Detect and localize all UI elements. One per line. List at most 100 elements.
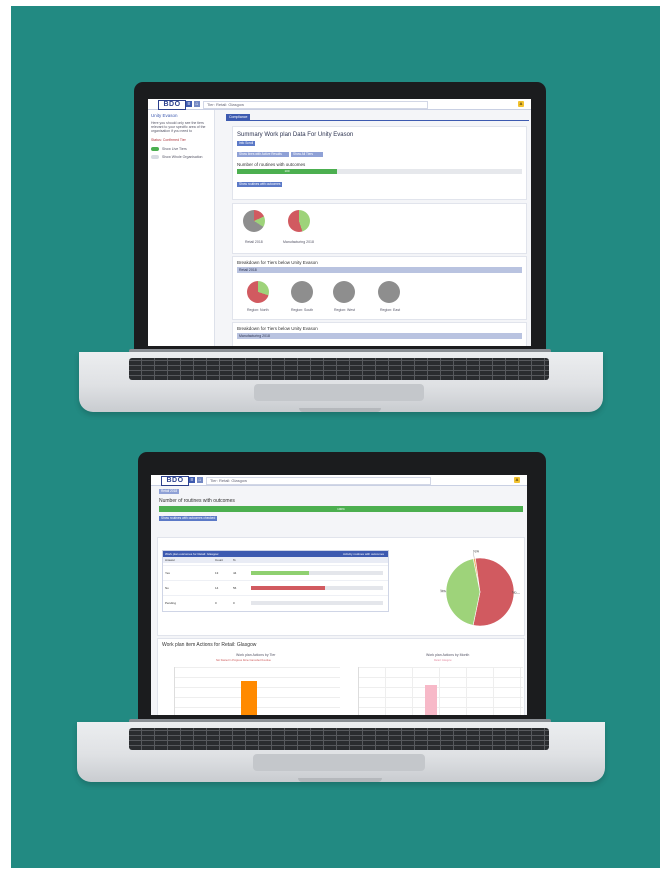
show-routines-button[interactable]: Show routines with outcomes checked bbox=[159, 516, 218, 521]
trackpad bbox=[253, 754, 425, 771]
app-screen-top: BDO ≡ ⌂ Tier: Retail: Glasgow A Unity Ev… bbox=[148, 99, 531, 346]
sidebar: Unity Evason Here you should only see th… bbox=[148, 110, 215, 346]
cell-progress-track bbox=[251, 571, 383, 575]
actions-title: Work plan item Actions for Retail: Glasg… bbox=[162, 642, 257, 648]
cell-pct: 56 bbox=[233, 586, 237, 590]
outcomes-table: Work plan outcomes for Retail: Glasgow A… bbox=[162, 550, 389, 612]
routines-label: Number of routines with outcomes bbox=[159, 498, 235, 504]
breakdown-title-1: Breakdown for Tiers below Unity Evason bbox=[237, 260, 318, 265]
filter-dropdown-1[interactable]: Show lines with Active Results bbox=[237, 152, 289, 157]
sidebar-title: Unity Evason bbox=[151, 113, 178, 118]
top-navbar: BDO ≡ ⌂ Tier: Retail: Glasgow A bbox=[148, 99, 531, 110]
cell-answer: Pending bbox=[165, 601, 177, 605]
menu-icon[interactable]: ≡ bbox=[186, 101, 192, 107]
pie-slice[interactable] bbox=[445, 558, 481, 626]
chart1-bar[interactable] bbox=[241, 681, 257, 715]
sidebar-intro: Here you should only see the tiers relev… bbox=[151, 121, 206, 133]
breakdown-title-2: Breakdown for Tiers below Unity Evason bbox=[237, 326, 318, 331]
table-title: Work plan outcomes for Retail: Glasgow bbox=[165, 552, 219, 556]
trackpad bbox=[254, 384, 424, 401]
outcomes-pie[interactable]: N/A No Yes bbox=[436, 546, 524, 634]
outcomes-panel: Work plan outcomes for Retail: Glasgow A… bbox=[157, 537, 525, 636]
background: BDO ≡ ⌂ Tier: Retail: Glasgow A Unity Ev… bbox=[11, 6, 660, 868]
show-routines-button[interactable]: Show routines with outcomes bbox=[237, 182, 283, 187]
info-button[interactable]: Info Scroll bbox=[237, 141, 256, 146]
chart1-legend: Not Started In Progress Done Cancelled O… bbox=[216, 659, 271, 662]
whole-org-label: Show Whole Organisation bbox=[162, 155, 203, 159]
table-subtitle: Activity routines with outcomes bbox=[342, 552, 384, 556]
menu-icon[interactable]: ≡ bbox=[189, 477, 195, 483]
home-icon[interactable]: ⌂ bbox=[197, 477, 203, 483]
region-north-label: Region: North bbox=[247, 308, 269, 312]
retail-pie-label: Retail 2018 bbox=[245, 240, 263, 244]
pie-label: No bbox=[512, 590, 517, 594]
region-east-pie[interactable] bbox=[378, 281, 400, 303]
app-screen-bottom: BDO ≡ ⌂ Tier: Retail: Glasgow A Retail 2… bbox=[151, 475, 527, 715]
routines-label: Number of routines with outcomes bbox=[237, 162, 306, 167]
table-row[interactable]: Pending 0 0 bbox=[163, 595, 388, 610]
manufacturing-pie-label: Manufacturing 2018 bbox=[283, 240, 314, 244]
region-south-pie[interactable] bbox=[291, 281, 313, 303]
cell-count: 0 bbox=[215, 601, 217, 605]
region-east-label: Region: East bbox=[380, 308, 401, 312]
col-pct: % bbox=[233, 558, 236, 562]
region-west-label: Region: West bbox=[334, 308, 355, 312]
routines-bar-track: 100% bbox=[159, 506, 523, 512]
table-row[interactable]: Yes 13 44 bbox=[163, 565, 388, 580]
bottom-navbar: BDO ≡ ⌂ Tier: Retail: Glasgow A bbox=[151, 475, 527, 486]
cell-count: 13 bbox=[215, 571, 219, 575]
retail-pie[interactable] bbox=[243, 210, 265, 232]
chart2-bar[interactable] bbox=[425, 685, 437, 715]
status-filter[interactable]: Status: Confirmed Tier bbox=[151, 138, 186, 142]
routines-bar-track: 100 bbox=[237, 169, 522, 174]
cell-progress-fill bbox=[251, 571, 310, 575]
chart1-title: Work plan Actions by Tier bbox=[236, 653, 276, 657]
tier-search-input[interactable]: Tier: Retail: Glasgow bbox=[206, 477, 431, 485]
live-tiers-label: Show Live Tiers bbox=[162, 147, 187, 151]
whole-org-toggle[interactable] bbox=[151, 155, 159, 159]
routines-bar-fill: 100 bbox=[237, 169, 337, 174]
cell-answer: Yes bbox=[165, 571, 170, 575]
cell-progress-track bbox=[251, 601, 383, 605]
keyboard bbox=[129, 728, 549, 750]
breakdown-panel-1: Breakdown for Tiers below Unity Evason R… bbox=[232, 256, 527, 320]
home-icon[interactable]: ⌂ bbox=[194, 101, 200, 107]
summary-panel: Summary Work plan Data For Unity Evason … bbox=[232, 126, 527, 200]
tier-search-input[interactable]: Tier: Retail: Glasgow bbox=[203, 101, 428, 109]
lid-notch bbox=[299, 408, 381, 412]
cell-pct: 44 bbox=[233, 571, 237, 575]
user-avatar[interactable]: A bbox=[514, 477, 520, 483]
chart2-title: Work plan Actions by Month bbox=[426, 653, 470, 657]
pie-label: Yes bbox=[440, 589, 446, 593]
col-count: Count bbox=[215, 558, 224, 562]
chart1-plot bbox=[174, 667, 340, 715]
live-tiers-toggle[interactable] bbox=[151, 147, 159, 151]
region-west-pie[interactable] bbox=[333, 281, 355, 303]
bdo-logo: BDO bbox=[158, 100, 186, 110]
cell-count: 14 bbox=[215, 586, 219, 590]
lid-notch bbox=[298, 778, 382, 782]
cell-progress-fill bbox=[251, 586, 325, 590]
breakdown-panel-2: Breakdown for Tiers below Unity Evason M… bbox=[232, 322, 527, 346]
retail-section-header: Retail 2018 bbox=[237, 267, 522, 273]
table-header-row: Answer Count % bbox=[163, 557, 388, 563]
tier-pies-panel: Retail 2018 Manufacturing 2018 bbox=[232, 203, 527, 254]
cell-pct: 0 bbox=[233, 601, 235, 605]
region-south-label: Region: South bbox=[291, 308, 314, 312]
chart2-legend: Retail: Glasgow bbox=[434, 659, 452, 662]
chart2-plot bbox=[358, 667, 523, 715]
manufacturing-pie[interactable] bbox=[288, 210, 310, 232]
summary-title: Summary Work plan Data For Unity Evason bbox=[237, 132, 354, 138]
actions-panel: Work plan item Actions for Retail: Glasg… bbox=[157, 638, 525, 715]
cell-progress-track bbox=[251, 586, 383, 590]
cell-answer: No bbox=[165, 586, 169, 590]
table-row[interactable]: No 14 56 bbox=[163, 580, 388, 595]
col-answer: Answer bbox=[165, 558, 176, 562]
bdo-logo: BDO bbox=[161, 476, 189, 486]
tab-underline bbox=[226, 120, 529, 121]
user-avatar[interactable]: A bbox=[518, 101, 524, 107]
filter-dropdown-2[interactable]: Show All Tiers bbox=[291, 152, 323, 157]
region-north-pie[interactable] bbox=[247, 281, 269, 303]
pie-label: N/A bbox=[473, 550, 480, 554]
tier-select[interactable]: Retail 2018 bbox=[159, 489, 180, 494]
